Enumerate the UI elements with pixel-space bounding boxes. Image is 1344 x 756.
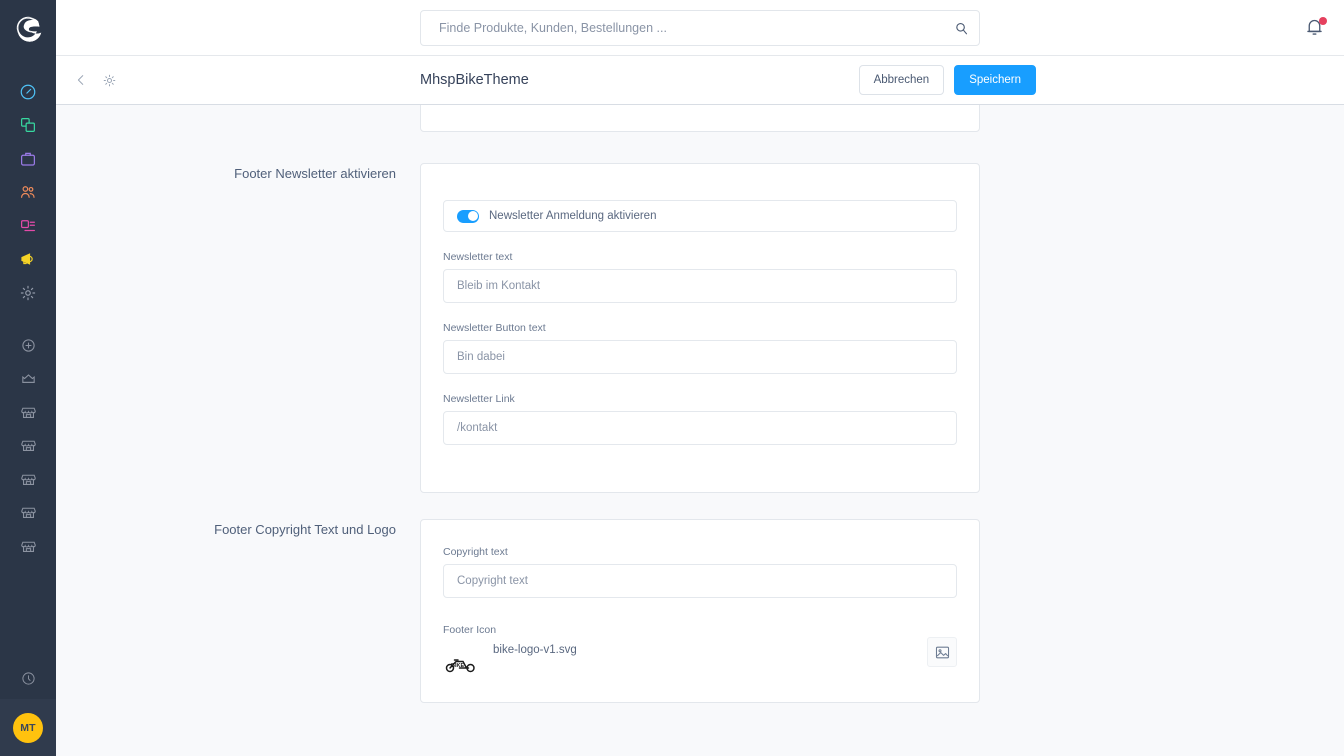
sidebar-item-sales-channel-storefront-1[interactable] xyxy=(0,396,56,430)
sidebar-item-catalogues[interactable] xyxy=(0,109,56,143)
toggle-knob xyxy=(468,211,478,221)
cancel-button[interactable]: Abbrechen xyxy=(859,65,945,95)
field-newsletter-text: Newsletter text Bleib im Kontakt xyxy=(443,251,957,303)
briefcase-icon xyxy=(19,150,37,168)
users-icon xyxy=(19,183,37,201)
notification-badge xyxy=(1319,17,1327,25)
newsletter-card: Newsletter Anmeldung aktivieren Newslett… xyxy=(420,163,980,493)
search-input[interactable] xyxy=(439,21,954,35)
copyright-text-input[interactable]: Copyright text xyxy=(443,564,957,598)
field-label: Copyright text xyxy=(443,546,957,558)
footer-icon-file-name: bike-logo-v1.svg xyxy=(493,644,577,656)
bike-logo-thumbnail: BIKE xyxy=(443,653,479,677)
sidebar: MT xyxy=(0,0,56,756)
sidebar-item-orders[interactable] xyxy=(0,142,56,176)
field-footer-icon: Footer Icon xyxy=(443,624,957,636)
copyright-card: Copyright text Copyright text Footer Ico… xyxy=(420,519,980,703)
storefront-icon xyxy=(20,504,37,521)
image-picker-icon xyxy=(934,644,951,661)
section-label-copyright: Footer Copyright Text und Logo xyxy=(166,521,396,540)
page-title: MhspBikeTheme xyxy=(420,72,529,88)
newsletter-button-text-input[interactable]: Bin dabei xyxy=(443,340,957,374)
section-label-newsletter: Footer Newsletter aktivieren xyxy=(166,165,396,184)
sidebar-item-settings[interactable] xyxy=(0,276,56,310)
sidebar-item-customers[interactable] xyxy=(0,176,56,210)
newsletter-enabled-toggle[interactable] xyxy=(457,210,479,223)
shopware-logo-icon xyxy=(13,13,43,43)
gauge-icon xyxy=(19,83,37,101)
field-newsletter-button-text: Newsletter Button text Bin dabei xyxy=(443,322,957,374)
sidebar-item-sales-channel-storefront-2[interactable] xyxy=(0,429,56,463)
footer-icon-file-row: BIKE bike-logo-v1.svg xyxy=(443,642,957,688)
back-button[interactable] xyxy=(70,69,92,91)
search-icon[interactable] xyxy=(954,21,969,36)
field-newsletter-link: Newsletter Link /kontakt xyxy=(443,393,957,445)
field-label: Newsletter Button text xyxy=(443,322,957,334)
storefront-icon xyxy=(20,538,37,555)
user-menu[interactable]: MT xyxy=(0,699,56,756)
chevron-left-icon xyxy=(74,73,88,87)
image-picker-button[interactable] xyxy=(927,637,957,667)
megaphone-icon xyxy=(19,250,37,268)
field-label: Newsletter text xyxy=(443,251,957,263)
sidebar-item-marketing[interactable] xyxy=(0,243,56,277)
newsletter-toggle-row[interactable]: Newsletter Anmeldung aktivieren xyxy=(443,200,957,232)
top-bar xyxy=(56,0,1344,56)
newsletter-link-input[interactable]: /kontakt xyxy=(443,411,957,445)
sidebar-info-button[interactable] xyxy=(0,657,56,699)
sub-header: MhspBikeTheme Abbrechen Speichern xyxy=(56,56,1344,105)
sidebar-item-dashboard[interactable] xyxy=(0,75,56,109)
field-copyright-text: Copyright text Copyright text xyxy=(443,546,957,598)
info-circle-icon xyxy=(21,671,36,686)
sidebar-item-sales-channel-storefront-5[interactable] xyxy=(0,530,56,564)
newsletter-toggle-label: Newsletter Anmeldung aktivieren xyxy=(489,210,656,222)
content-list-icon xyxy=(19,217,37,235)
sidebar-item-content[interactable] xyxy=(0,209,56,243)
copy-icon xyxy=(19,116,37,134)
theme-settings-button[interactable] xyxy=(98,69,120,91)
sidebar-item-sales-channel-storefront-3[interactable] xyxy=(0,463,56,497)
sidebar-item-sales-channel-headless[interactable] xyxy=(0,362,56,396)
plus-circle-icon xyxy=(21,338,36,353)
sub-header-actions: Abbrechen Speichern xyxy=(859,65,1036,95)
sidebar-item-sales-channel-storefront-4[interactable] xyxy=(0,496,56,530)
previous-section-card-partial xyxy=(420,105,980,132)
notifications-button[interactable] xyxy=(1304,17,1328,41)
search-box[interactable] xyxy=(420,10,980,46)
content-area: Footer Newsletter aktivieren Newsletter … xyxy=(56,105,1344,756)
field-label: Footer Icon xyxy=(443,624,957,636)
field-label: Newsletter Link xyxy=(443,393,957,405)
sidebar-item-add-sales-channel[interactable] xyxy=(0,329,56,363)
gear-icon xyxy=(19,284,37,302)
svg-text:BIKE: BIKE xyxy=(451,663,464,669)
storefront-icon xyxy=(20,404,37,421)
avatar[interactable]: MT xyxy=(13,713,43,743)
newsletter-text-input[interactable]: Bleib im Kontakt xyxy=(443,269,957,303)
gear-icon xyxy=(102,73,117,88)
app-logo[interactable] xyxy=(0,0,56,56)
crown-icon xyxy=(20,370,37,387)
storefront-icon xyxy=(20,437,37,454)
save-button[interactable]: Speichern xyxy=(954,65,1036,95)
storefront-icon xyxy=(20,471,37,488)
